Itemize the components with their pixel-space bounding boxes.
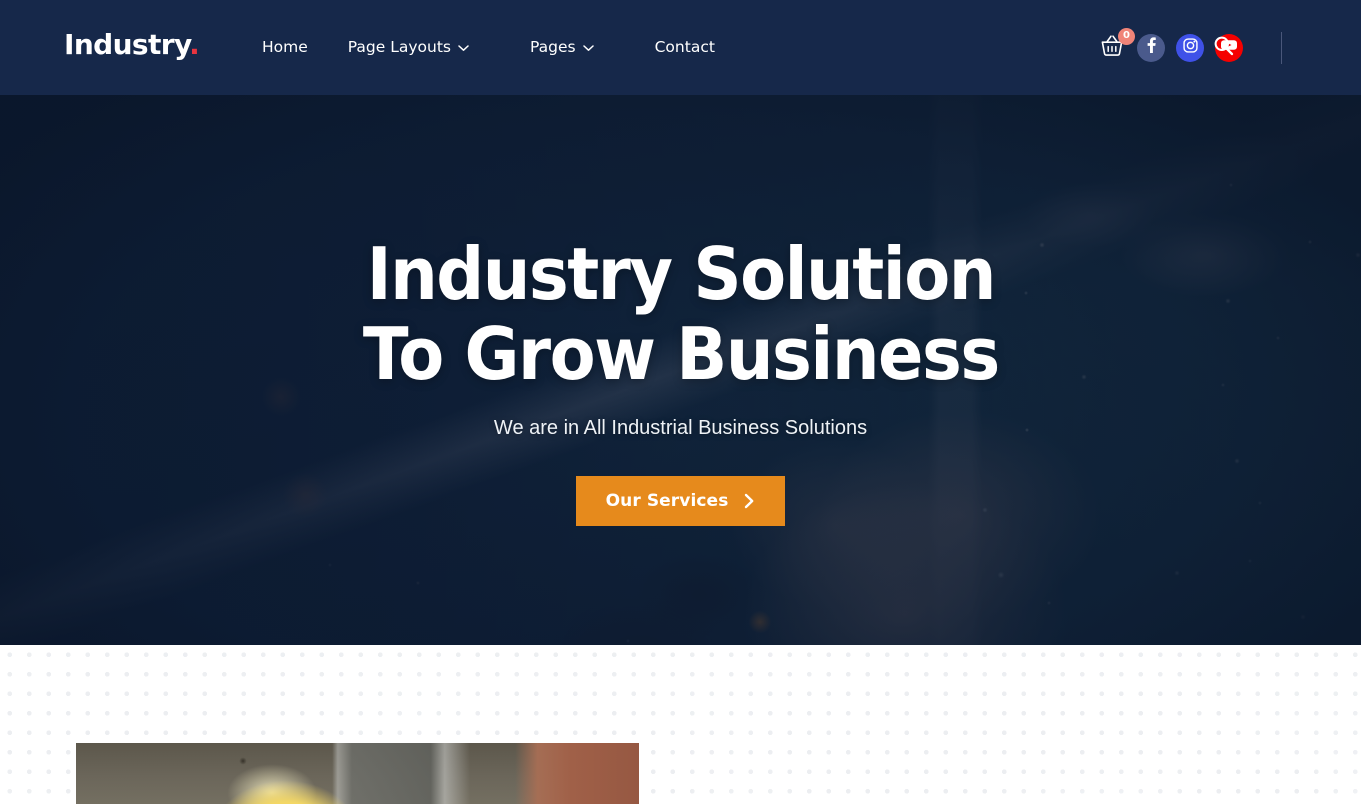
site-header: Industry. Home Page Layouts Pages Contac… <box>0 0 1361 95</box>
hero-title-line-1: Industry Solution <box>366 232 996 316</box>
social-link-facebook[interactable] <box>1137 33 1165 62</box>
hero-title-line-2: To Grow Business <box>362 312 1000 396</box>
dotted-map-section <box>0 645 1361 804</box>
our-services-button[interactable]: Our Services <box>575 476 786 526</box>
logo-text: Industry <box>64 28 190 61</box>
chevron-down-icon <box>582 45 594 52</box>
main-navigation: Home Page Layouts Pages Contact <box>262 0 715 95</box>
nav-item-label: Page Layouts <box>347 37 451 56</box>
chevron-down-icon <box>458 45 469 52</box>
nav-item-label: Home <box>262 37 308 56</box>
cart-button[interactable]: 0 <box>1098 27 1135 63</box>
hero-subtitle: We are in All Industrial Business Soluti… <box>493 417 868 439</box>
nav-item-home[interactable]: Home <box>262 37 308 56</box>
hero-content: Industry Solution To Grow Business We ar… <box>0 95 1361 645</box>
feature-image <box>76 743 639 804</box>
hero-title: Industry Solution To Grow Business <box>362 232 1000 396</box>
hero-banner: Industry Solution To Grow Business We ar… <box>0 95 1361 645</box>
nav-item-contact[interactable]: Contact <box>654 37 715 56</box>
our-services-button-label: Our Services <box>605 491 729 511</box>
search-button[interactable] <box>1209 34 1237 62</box>
nav-item-label: Pages <box>530 37 576 56</box>
logo-accent-dot: . <box>189 28 200 61</box>
social-link-instagram[interactable] <box>1176 33 1204 62</box>
nav-item-page-layouts[interactable]: Page Layouts <box>347 37 490 56</box>
nav-item-label: Contact <box>654 37 715 56</box>
instagram-icon <box>1182 37 1199 59</box>
search-icon <box>1213 35 1234 61</box>
cart-count-badge: 0 <box>1118 27 1135 45</box>
chevron-right-icon <box>744 493 755 509</box>
nav-item-pages[interactable]: Pages <box>530 37 615 56</box>
site-logo[interactable]: Industry. <box>64 28 200 61</box>
header-divider <box>1281 32 1282 64</box>
feature-image-card[interactable] <box>76 743 639 804</box>
facebook-icon <box>1142 36 1160 59</box>
